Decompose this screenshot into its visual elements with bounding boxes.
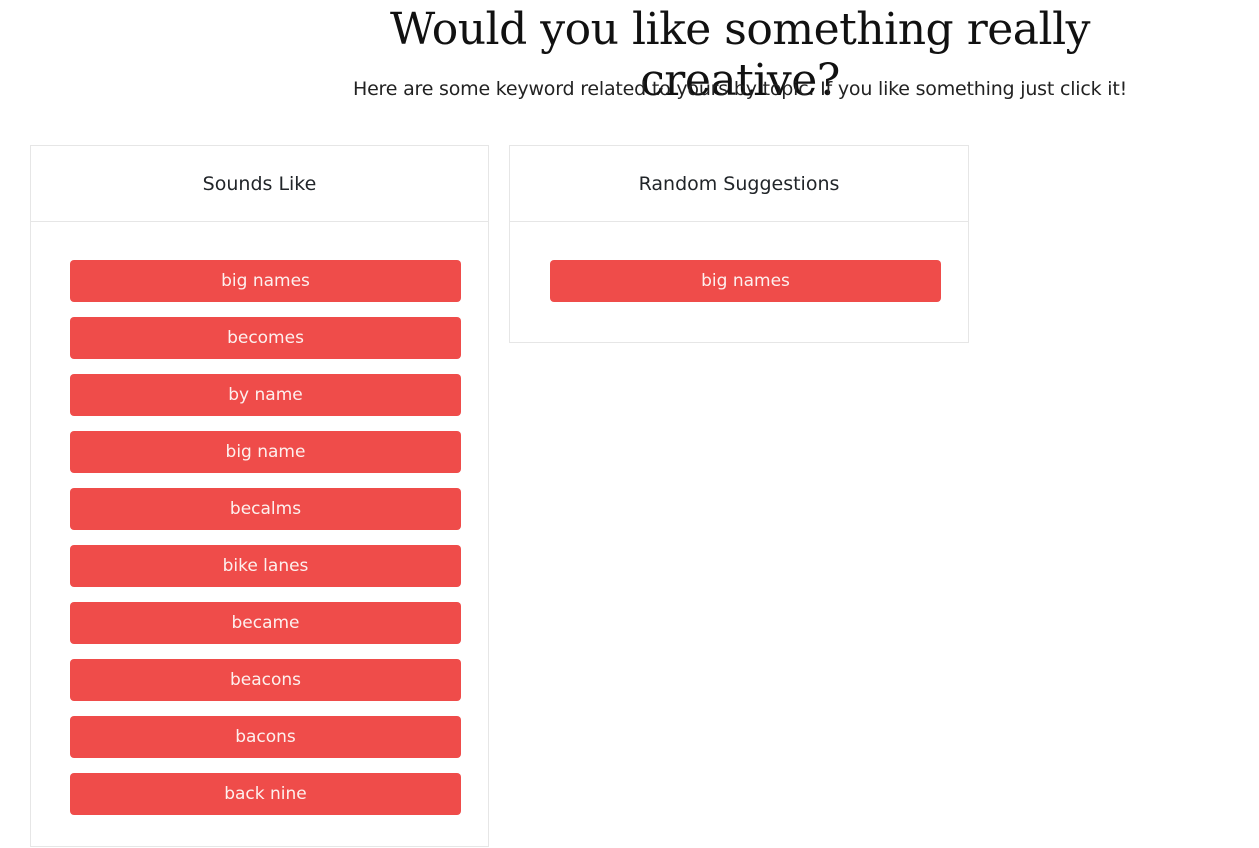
keyword-button[interactable]: bacons — [70, 716, 461, 758]
keyword-button[interactable]: beacons — [70, 659, 461, 701]
keyword-button[interactable]: big names — [70, 260, 461, 302]
page-subtitle: Here are some keyword related to yours b… — [352, 78, 1127, 100]
keyword-button[interactable]: back nine — [70, 773, 461, 815]
random-suggestions-list: big names — [510, 222, 968, 302]
keyword-button[interactable]: became — [70, 602, 461, 644]
keyword-button[interactable]: by name — [70, 374, 461, 416]
keyword-button[interactable]: becalms — [70, 488, 461, 530]
keyword-button[interactable]: becomes — [70, 317, 461, 359]
random-suggestions-card-header: Random Suggestions — [510, 146, 968, 222]
keyword-button[interactable]: bike lanes — [70, 545, 461, 587]
random-suggestions-card: Random Suggestions big names — [509, 145, 969, 343]
sounds-like-list: big names becomes by name big name becal… — [31, 222, 488, 848]
keyword-button[interactable]: big name — [70, 431, 461, 473]
keyword-button[interactable]: big names — [550, 260, 941, 302]
sounds-like-card: Sounds Like big names becomes by name bi… — [30, 145, 489, 847]
sounds-like-card-header: Sounds Like — [31, 146, 488, 222]
